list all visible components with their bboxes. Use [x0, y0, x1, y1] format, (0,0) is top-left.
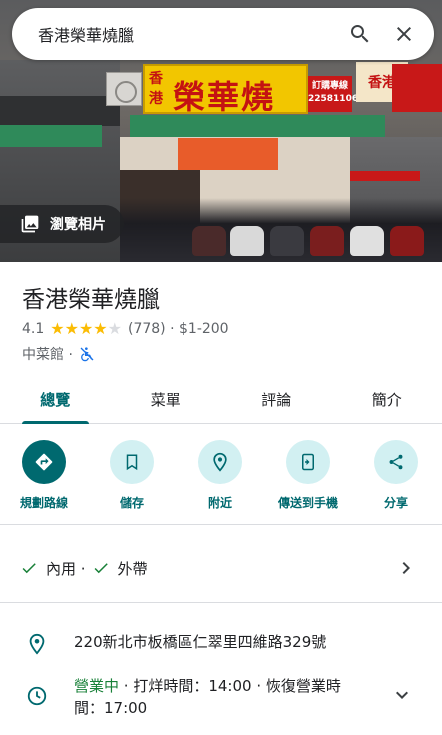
nearby-button[interactable]: 附近: [176, 440, 264, 524]
nearby-icon: [213, 452, 227, 472]
awning-left: [0, 125, 102, 147]
search-bar[interactable]: 香港榮華燒臘: [12, 8, 434, 60]
star-icon: ★: [107, 319, 122, 338]
browse-photos-label: 瀏覽相片: [50, 217, 106, 233]
divider: [0, 602, 442, 603]
place-title: 香港榮華燒臘: [22, 287, 160, 313]
shop-sign-phone: 訂購專線 22581106: [308, 76, 359, 112]
chevron-right-icon: [402, 562, 410, 574]
tab-bar: 總覽 菜單 評論 簡介: [0, 376, 442, 424]
close-button[interactable]: [382, 12, 426, 56]
takeout-label: 外帶: [117, 559, 148, 578]
bookmark-icon: [126, 454, 138, 471]
send-to-phone-icon: [302, 453, 314, 471]
chevron-down-icon[interactable]: [390, 683, 414, 707]
send-to-phone-label: 傳送到手機: [277, 496, 338, 510]
balcony: [0, 96, 120, 126]
star-icon: ★: [93, 319, 108, 338]
share-label: 分享: [383, 496, 408, 510]
rating-value: 4.1: [22, 321, 45, 337]
close-icon: [397, 27, 411, 41]
shop-sign: 香港 榮華燒臘: [143, 64, 308, 162]
shop-sign-phone-top: 訂購專線: [311, 81, 348, 91]
tab-about[interactable]: 簡介: [332, 376, 442, 423]
check-icon: [22, 563, 36, 574]
action-buttons: 規劃路線 儲存 附近 傳送到手機 分享: [0, 440, 442, 524]
rating-stars: ★ ★ ★ ★ ★: [50, 321, 122, 337]
location-pin-icon: [29, 633, 45, 655]
share-icon: [389, 454, 403, 470]
browse-photos-button[interactable]: 瀏覽相片: [0, 205, 124, 243]
hours-detail-line2: 間：17:00: [74, 699, 148, 717]
hours-row[interactable]: 營業中 · 打烊時間：14:00 · 恢復營業時 間：17:00: [0, 675, 442, 719]
awning: [130, 115, 385, 137]
shop-sign-small: 香港: [149, 71, 163, 107]
shop-sign-phone-number: 22581106: [308, 94, 359, 104]
rating-row[interactable]: 4.1 ★ ★ ★ ★ ★ (778) · $1-200: [22, 321, 229, 338]
tab-overview[interactable]: 總覽: [0, 376, 111, 424]
search-button[interactable]: [338, 12, 382, 56]
address-row[interactable]: 220新北市板橋區仁翠里四維路329號: [0, 631, 442, 655]
clock-icon: [27, 686, 47, 706]
directions-icon: [35, 453, 53, 471]
tab-menu[interactable]: 菜單: [111, 376, 222, 423]
search-input[interactable]: 香港榮華燒臘: [12, 22, 338, 46]
air-conditioner: [106, 72, 142, 106]
divider: [0, 524, 442, 525]
star-icon: ★: [64, 319, 79, 338]
tab-reviews[interactable]: 評論: [221, 376, 332, 423]
save-label: 儲存: [119, 496, 144, 510]
category-row: 中菜館 ·: [22, 344, 95, 364]
directions-button[interactable]: 規劃路線: [0, 440, 88, 524]
share-button[interactable]: 分享: [352, 440, 440, 524]
open-status: 營業中: [74, 677, 120, 695]
red-sign: [392, 64, 442, 112]
category: 中菜館 ·: [22, 347, 73, 363]
menu-board: [178, 138, 278, 170]
address-text: 220新北市板橋區仁翠里四維路329號: [74, 633, 327, 651]
directions-label: 規劃路線: [19, 496, 68, 510]
dine-in-label: 內用 ·: [46, 559, 86, 578]
check-icon: [94, 563, 108, 574]
service-options-row[interactable]: 內用 · 外帶: [0, 548, 442, 588]
star-icon: ★: [50, 319, 65, 338]
save-button[interactable]: 儲存: [88, 440, 176, 524]
photo-gallery-icon: [21, 215, 39, 233]
search-icon: [351, 25, 369, 43]
separator: ·: [165, 321, 179, 337]
nearby-label: 附近: [207, 496, 232, 510]
star-icon: ★: [78, 319, 94, 338]
price-range: $1-200: [179, 321, 229, 337]
send-to-phone-button[interactable]: 傳送到手機: [264, 440, 352, 524]
hours-detail-line1: · 打烊時間：14:00 · 恢復營業時: [119, 677, 341, 695]
wheelchair-not-accessible-icon: [80, 347, 94, 362]
parked-scooters: [120, 198, 442, 262]
review-count: (778): [127, 321, 166, 337]
